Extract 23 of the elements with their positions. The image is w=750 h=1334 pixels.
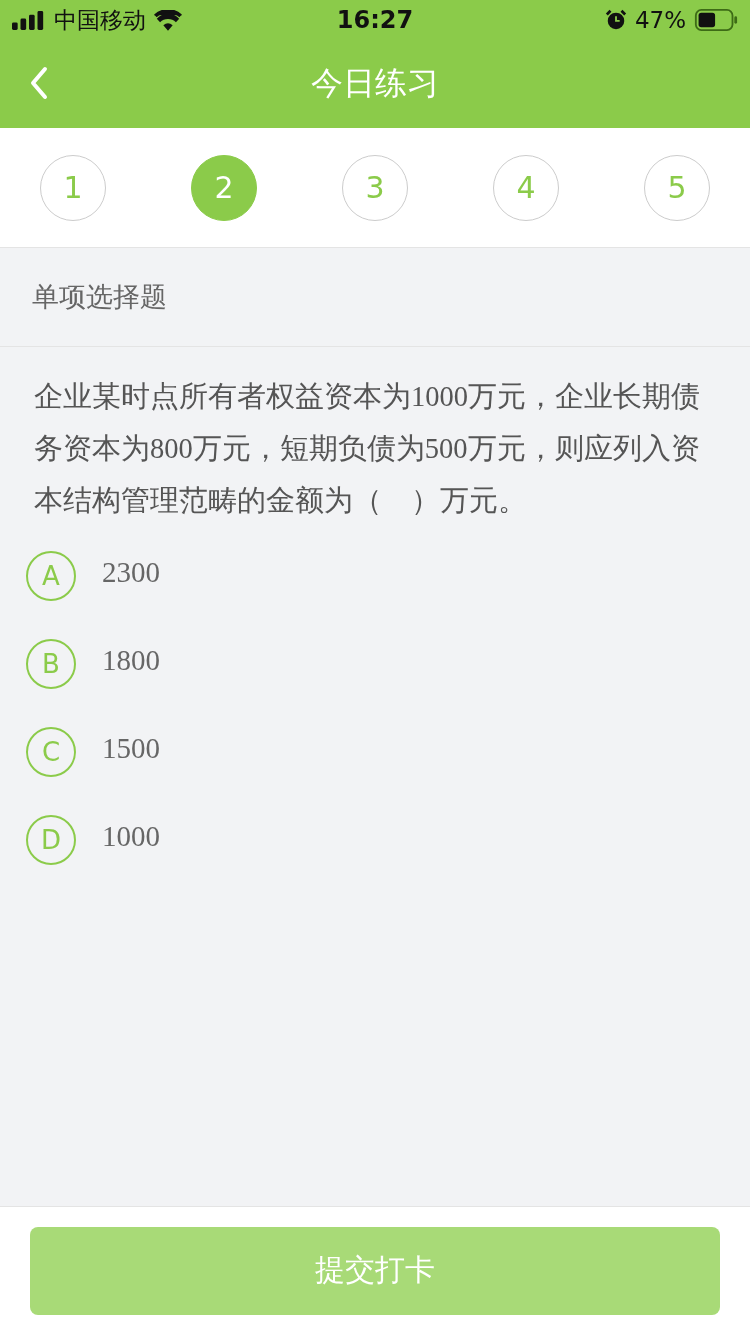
answer-option[interactable]: D 1000 <box>26 815 160 865</box>
option-letter: A <box>26 551 76 601</box>
status-time: 16:27 <box>336 6 414 34</box>
answer-option[interactable]: C 1500 <box>26 727 160 777</box>
question-tab[interactable]: 3 <box>342 154 408 221</box>
option-letter: C <box>26 727 76 777</box>
question-tab[interactable]: 5 <box>644 154 710 221</box>
wifi-icon <box>154 9 182 31</box>
page-title: 今日练习 <box>311 63 439 104</box>
answer-option[interactable]: B 1800 <box>26 639 160 689</box>
question-type: 单项选择题 <box>32 280 167 314</box>
alarm-clock-icon <box>604 9 627 31</box>
option-letter: D <box>26 815 76 865</box>
question-tab[interactable]: 2 <box>191 154 257 221</box>
signal-icon <box>12 10 46 30</box>
question-text: 企业某时点所有者权益资本为1000万元，企业长期债务资本为800万元，短期负债为500万元，则应列入资本结构管理范畴的金额为（ ）万元。 <box>34 380 701 518</box>
answer-option[interactable]: A 2300 <box>26 551 160 601</box>
question-tab[interactable]: 1 <box>40 154 106 221</box>
question-tab[interactable]: 4 <box>493 154 559 221</box>
option-letter: B <box>26 639 76 689</box>
carrier-name: 中国移动 <box>54 5 146 35</box>
battery-percent: 47% <box>634 7 686 33</box>
battery-icon <box>694 9 738 31</box>
